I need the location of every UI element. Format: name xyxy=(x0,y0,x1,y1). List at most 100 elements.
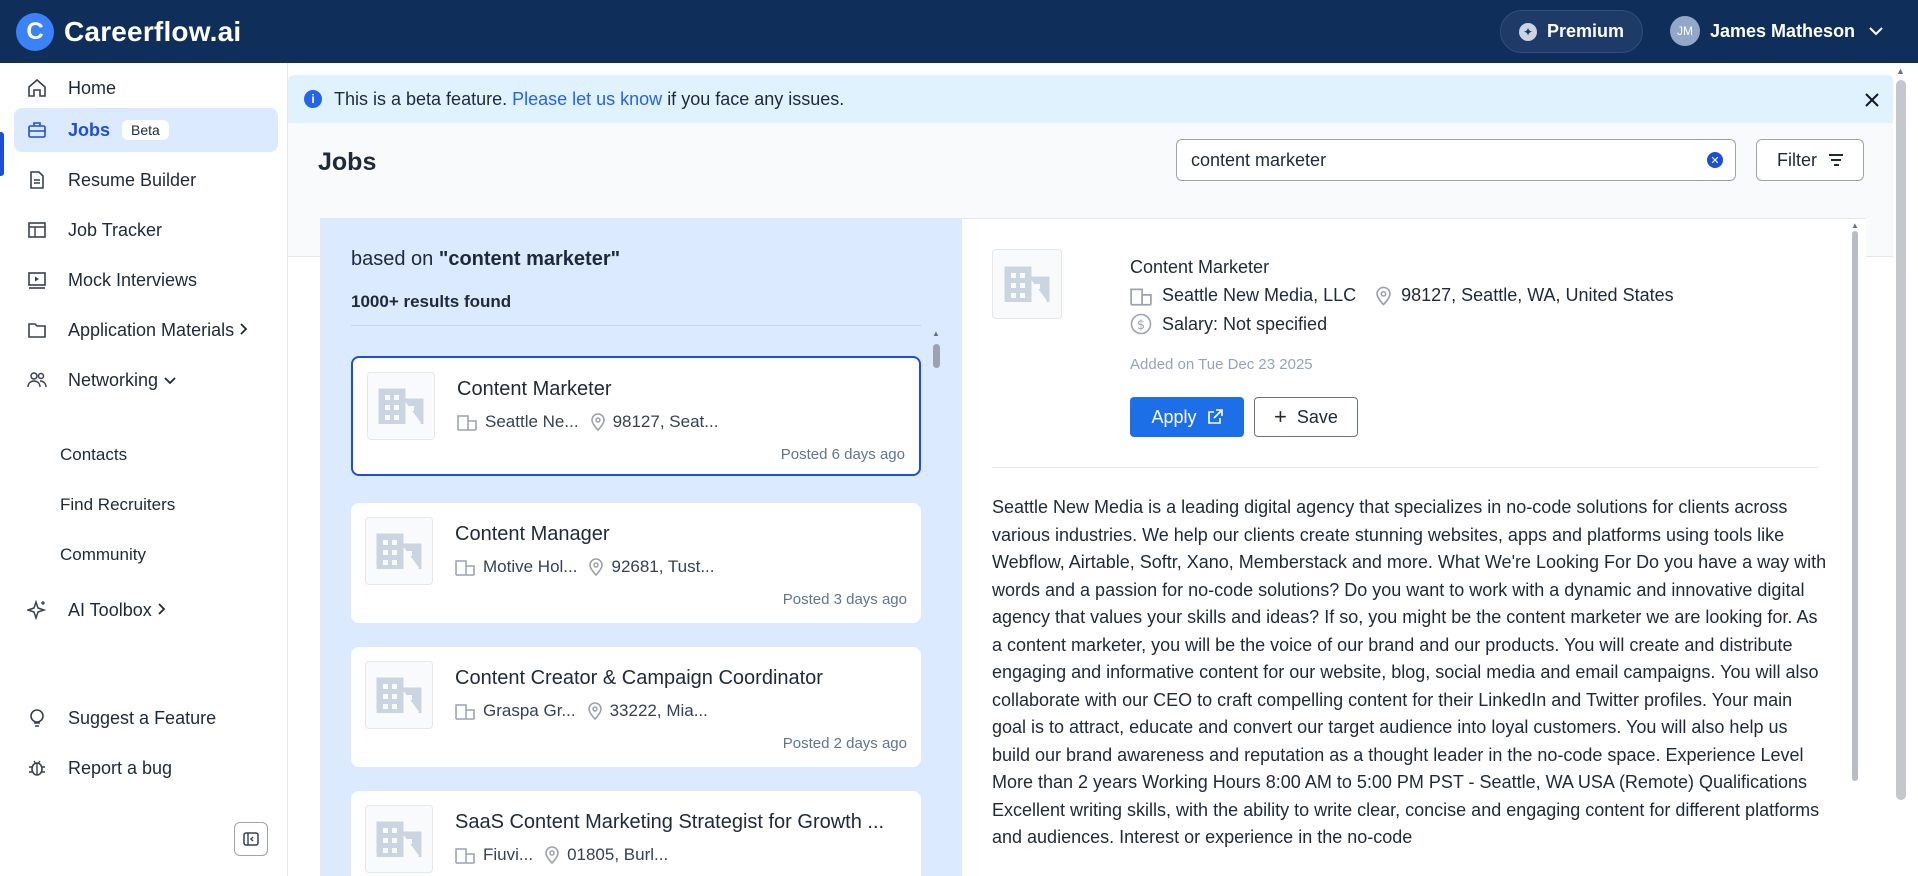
sidebar-item-home[interactable]: Home xyxy=(14,66,278,110)
sidebar-item-label: Job Tracker xyxy=(68,219,163,240)
home-icon xyxy=(26,77,48,99)
sidebar: Home Jobs Beta Resume Builder Job Tracke… xyxy=(0,63,288,876)
active-indicator xyxy=(0,132,4,176)
detail-meta: Seattle New Media, LLC 98127, Seattle, W… xyxy=(1130,285,1674,306)
detail-scrollbar[interactable] xyxy=(1852,231,1858,781)
job-meta: Fiuvi... 01805, Burl... xyxy=(455,845,668,865)
video-icon xyxy=(26,269,48,291)
sparkle-icon xyxy=(26,599,48,621)
scroll-up-icon[interactable]: ▲ xyxy=(1896,66,1905,76)
chevron-right-icon xyxy=(158,602,166,618)
result-count: 1000+ results found xyxy=(351,292,512,311)
apply-label: Apply xyxy=(1151,406,1197,427)
sidebar-item-label: Resume Builder xyxy=(68,169,197,190)
job-title: Content Marketer xyxy=(457,378,612,400)
job-location: 01805, Burl... xyxy=(567,845,669,864)
briefcase-icon xyxy=(26,119,48,141)
job-posted: Posted 6 days ago xyxy=(780,446,905,463)
beta-banner: i This is a beta feature. Please let us … xyxy=(288,75,1893,123)
sidebar-item-label: AI Toolbox xyxy=(68,599,152,620)
page-scrollbar[interactable] xyxy=(1896,80,1906,800)
building-icon xyxy=(992,249,1062,319)
top-bar: C Careerflow.ai ✦ Premium JM James Mathe… xyxy=(0,0,1918,63)
filter-button[interactable]: Filter xyxy=(1756,139,1864,181)
detail-job-title: Content Marketer xyxy=(1130,257,1270,277)
sidebar-subitem-community[interactable]: Community xyxy=(60,545,146,565)
sidebar-item-label: Report a bug xyxy=(68,757,173,778)
user-menu[interactable]: JM James Matheson xyxy=(1670,16,1883,46)
collapse-sidebar-button[interactable] xyxy=(234,822,268,856)
job-card[interactable]: Content Manager Motive Hol... 92681, Tus… xyxy=(351,503,921,623)
detail-location: 98127, Seattle, WA, United States xyxy=(1401,285,1674,305)
search-field[interactable]: ✕ xyxy=(1176,139,1736,181)
job-posted: Posted 3 days ago xyxy=(782,591,907,608)
building-icon xyxy=(365,517,433,585)
location-icon xyxy=(587,702,602,720)
table-icon xyxy=(26,219,48,241)
company-icon xyxy=(455,558,475,576)
brand[interactable]: C Careerflow.ai xyxy=(16,12,242,51)
search-input[interactable] xyxy=(1191,149,1671,171)
location-icon xyxy=(1376,286,1391,306)
sidebar-item-job-tracker[interactable]: Job Tracker xyxy=(14,208,278,252)
sidebar-item-networking[interactable]: Networking xyxy=(14,358,278,402)
close-icon[interactable] xyxy=(1865,87,1879,113)
sidebar-item-ai-toolbox[interactable]: AI Toolbox xyxy=(14,588,278,632)
brand-logo-icon: C xyxy=(16,12,54,51)
scroll-up-icon[interactable]: ▲ xyxy=(932,329,940,338)
sidebar-item-jobs[interactable]: Jobs Beta xyxy=(14,108,278,152)
star-icon: ✦ xyxy=(1518,22,1537,41)
company-icon xyxy=(457,413,477,431)
location-icon xyxy=(545,846,559,864)
banner-text-after: if you face any issues. xyxy=(667,88,845,109)
sidebar-item-label: Home xyxy=(68,77,117,98)
bug-icon xyxy=(26,757,48,779)
sidebar-subitem-find-recruiters[interactable]: Find Recruiters xyxy=(60,495,175,515)
svg-text:$: $ xyxy=(1137,318,1145,333)
job-company: Motive Hol... xyxy=(483,557,578,576)
sidebar-item-label: Suggest a Feature xyxy=(68,707,217,728)
company-icon xyxy=(1130,286,1152,306)
sidebar-subitem-contacts[interactable]: Contacts xyxy=(60,445,127,465)
save-button[interactable]: + Save xyxy=(1254,397,1358,437)
folder-icon xyxy=(26,319,48,341)
building-icon xyxy=(367,372,435,440)
scroll-up-icon[interactable]: ▲ xyxy=(1851,221,1859,230)
brand-name: Careerflow.ai xyxy=(64,15,242,47)
premium-button[interactable]: ✦ Premium xyxy=(1500,10,1643,53)
apply-button[interactable]: Apply xyxy=(1130,397,1244,437)
based-on-query: "content marketer" xyxy=(438,248,621,270)
plus-icon: + xyxy=(1274,404,1287,429)
results-panel: based on "content marketer" 1000+ result… xyxy=(320,218,962,876)
job-meta: Graspa Gr... 33222, Mia... xyxy=(455,701,708,721)
info-icon: i xyxy=(304,90,322,108)
filter-icon xyxy=(1829,154,1843,166)
sidebar-item-resume-builder[interactable]: Resume Builder xyxy=(14,158,278,202)
chevron-down-icon xyxy=(1869,23,1883,39)
job-card[interactable]: SaaS Content Marketing Strategist for Gr… xyxy=(351,791,921,876)
detail-added-date: Added on Tue Dec 23 2025 xyxy=(1130,356,1313,373)
job-title: Content Manager xyxy=(455,523,610,545)
results-scrollbar[interactable] xyxy=(933,344,940,368)
job-company: Seattle Ne... xyxy=(485,412,579,431)
building-icon xyxy=(365,805,433,873)
based-on-text: based on "content marketer" xyxy=(351,248,620,271)
divider xyxy=(992,467,1818,468)
clear-icon[interactable]: ✕ xyxy=(1707,152,1723,168)
job-card[interactable]: Content Creator & Campaign Coordinator G… xyxy=(351,647,921,767)
job-card[interactable]: Content Marketer Seattle Ne... 98127, Se… xyxy=(351,356,921,476)
divider xyxy=(351,325,921,326)
sidebar-item-mock-interviews[interactable]: Mock Interviews xyxy=(14,258,278,302)
based-on-prefix: based on xyxy=(351,248,434,270)
sidebar-item-label: Application Materials xyxy=(68,319,235,340)
panel-collapse-icon xyxy=(243,832,259,846)
user-name: James Matheson xyxy=(1710,20,1856,41)
sidebar-item-label: Mock Interviews xyxy=(68,269,198,290)
job-posted: Posted 2 days ago xyxy=(782,735,907,752)
feedback-link[interactable]: Please let us know xyxy=(512,89,662,110)
sidebar-item-application-materials[interactable]: Application Materials xyxy=(14,308,278,352)
sidebar-item-report-bug[interactable]: Report a bug xyxy=(14,746,278,790)
filter-label: Filter xyxy=(1777,149,1817,170)
sidebar-item-suggest-feature[interactable]: Suggest a Feature xyxy=(14,696,278,740)
lightbulb-icon xyxy=(26,707,48,729)
